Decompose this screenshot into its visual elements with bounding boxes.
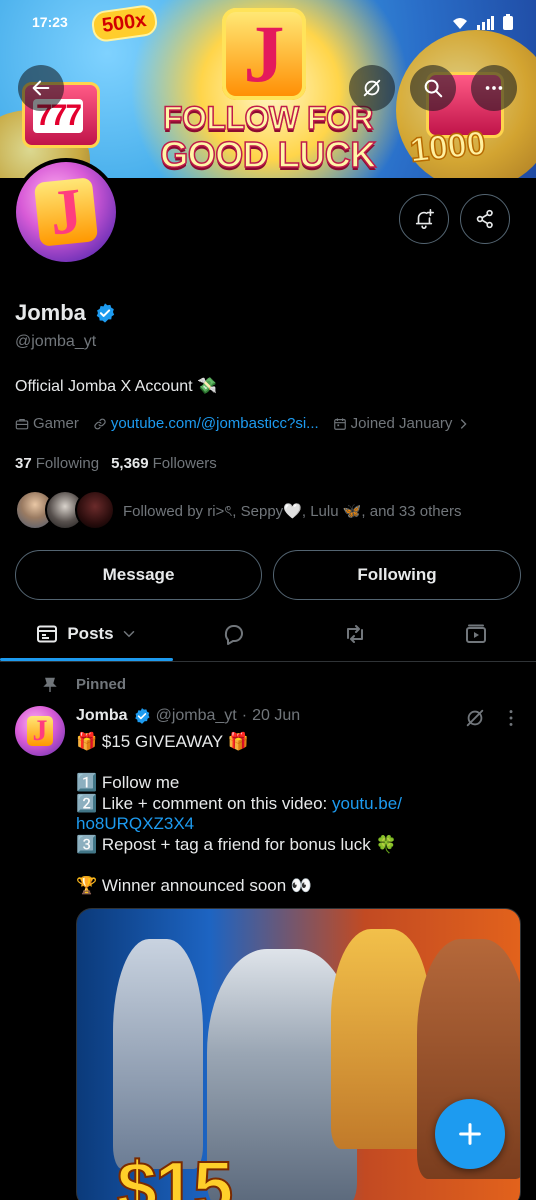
followers-count-link[interactable]: 5,369 Followers bbox=[111, 455, 217, 472]
tab-media[interactable] bbox=[415, 606, 536, 662]
post-line-text: 2️⃣ Like + comment on this video: bbox=[76, 793, 332, 813]
message-button[interactable]: Message bbox=[15, 550, 262, 600]
plus-icon bbox=[459, 1123, 481, 1145]
media-prize-text: $15 bbox=[116, 1147, 234, 1200]
followers-count: 5,369 bbox=[111, 455, 149, 472]
post-date[interactable]: 20 Jun bbox=[252, 707, 300, 725]
profile-tabs: Posts bbox=[0, 606, 536, 662]
post-video-link[interactable]: youtu.be/ bbox=[332, 794, 402, 813]
active-tab-indicator bbox=[0, 658, 173, 661]
banner-amount: 1000 bbox=[408, 123, 489, 170]
tab-reposts[interactable] bbox=[294, 606, 415, 662]
more-horizontal-icon bbox=[485, 86, 503, 90]
following-count: 37 bbox=[15, 455, 32, 472]
post-line: 2️⃣ Like + comment on this video: youtu.… bbox=[76, 794, 516, 815]
profile-bio: Official Jomba X Account 💸 bbox=[15, 378, 217, 395]
post-text: 🎁 $15 GIVEAWAY 🎁 1️⃣ Follow me 2️⃣ Like … bbox=[76, 732, 516, 896]
posts-icon bbox=[37, 625, 58, 643]
profile-name: Jomba bbox=[15, 300, 86, 325]
media-character bbox=[113, 939, 203, 1169]
post-author-handle[interactable]: @jomba_yt bbox=[156, 707, 237, 725]
profile-meta: Gamer youtube.com/@jombasticc?si... Join… bbox=[15, 415, 484, 432]
signal-icon bbox=[477, 16, 495, 30]
profile-joined-label: Joined January bbox=[350, 415, 453, 432]
following-button[interactable]: Following bbox=[273, 550, 521, 600]
tab-replies[interactable] bbox=[173, 606, 294, 662]
back-button[interactable] bbox=[18, 65, 64, 111]
calendar-icon bbox=[333, 417, 346, 430]
post-blank-line bbox=[76, 855, 516, 876]
followed-by-text[interactable]: Followed by ri>ৎ, Seppy🤍, Lulu 🦋, and 33… bbox=[123, 500, 461, 525]
profile-website-link[interactable]: youtube.com/@jombasticc?si... bbox=[111, 415, 319, 432]
share-icon bbox=[476, 209, 493, 229]
post-video-link-continued[interactable]: ho8URQXZ3X4 bbox=[76, 814, 516, 835]
media-character bbox=[331, 929, 431, 1149]
reply-icon bbox=[224, 625, 243, 645]
profile-category-label: Gamer bbox=[33, 415, 79, 432]
profile-avatar[interactable]: J bbox=[12, 158, 120, 266]
tab-posts-label: Posts bbox=[67, 624, 114, 643]
avatar-logo-letter: J bbox=[33, 175, 99, 248]
status-bar: 17:23 bbox=[0, 12, 536, 36]
profile-joined[interactable]: Joined January bbox=[333, 415, 471, 432]
profile-handle: @jomba_yt bbox=[15, 333, 97, 350]
repost-icon bbox=[346, 625, 363, 643]
grok-icon[interactable] bbox=[464, 707, 486, 729]
compose-button[interactable] bbox=[435, 1099, 505, 1169]
profile-website[interactable]: youtube.com/@jombasticc?si... bbox=[93, 415, 319, 432]
following-count-link[interactable]: 37 Following bbox=[15, 455, 99, 472]
post-line: 1️⃣ Follow me bbox=[76, 773, 180, 792]
post-blank-line bbox=[76, 753, 516, 774]
following-label: Following bbox=[35, 455, 100, 472]
post-separator: · bbox=[241, 707, 248, 724]
battery-icon bbox=[503, 14, 513, 30]
status-icons bbox=[452, 14, 514, 33]
verified-badge-icon[interactable] bbox=[94, 302, 116, 324]
share-button[interactable] bbox=[460, 194, 510, 244]
pinned-indicator: Pinned bbox=[42, 676, 126, 693]
status-time: 17:23 bbox=[32, 14, 68, 30]
link-icon bbox=[94, 418, 106, 429]
follow-counts: 37 Following 5,369 Followers bbox=[15, 455, 217, 472]
wifi-icon bbox=[453, 18, 468, 29]
grok-button[interactable] bbox=[349, 65, 395, 111]
profile-category: Gamer bbox=[15, 415, 79, 432]
chevron-right-icon bbox=[461, 418, 467, 429]
tab-posts[interactable]: Posts bbox=[0, 606, 173, 662]
grok-icon bbox=[363, 79, 381, 97]
profile-name-row: Jomba bbox=[15, 300, 116, 326]
verified-badge-icon bbox=[134, 708, 150, 724]
search-icon bbox=[424, 79, 443, 98]
post-line: 🎁 $15 GIVEAWAY 🎁 bbox=[76, 732, 249, 751]
post-line: 🏆 Winner announced soon 👀 bbox=[76, 875, 313, 895]
bell-plus-icon bbox=[415, 209, 434, 229]
post-avatar-letter: J bbox=[27, 716, 53, 746]
search-button[interactable] bbox=[410, 65, 456, 111]
notifications-button[interactable] bbox=[399, 194, 449, 244]
mutual-followers-avatars[interactable] bbox=[15, 490, 115, 532]
post-line: 3️⃣ Repost + tag a friend for bonus luck… bbox=[76, 834, 397, 854]
more-vertical-icon[interactable] bbox=[500, 707, 522, 729]
pinned-label: Pinned bbox=[76, 676, 127, 693]
followers-label: Followers bbox=[152, 455, 217, 472]
post-author-name[interactable]: Jomba bbox=[76, 707, 128, 725]
profile-avatar-image: J bbox=[16, 162, 116, 262]
arrow-left-icon bbox=[32, 80, 50, 96]
pin-icon bbox=[43, 677, 57, 692]
video-icon bbox=[465, 624, 486, 643]
avatar bbox=[75, 490, 115, 530]
post-header: Jomba @jomba_yt · 20 Jun bbox=[76, 707, 300, 725]
chevron-down-icon bbox=[123, 631, 134, 638]
post-avatar[interactable]: J bbox=[15, 706, 65, 756]
briefcase-icon bbox=[15, 418, 29, 429]
more-options-button[interactable] bbox=[471, 65, 517, 111]
